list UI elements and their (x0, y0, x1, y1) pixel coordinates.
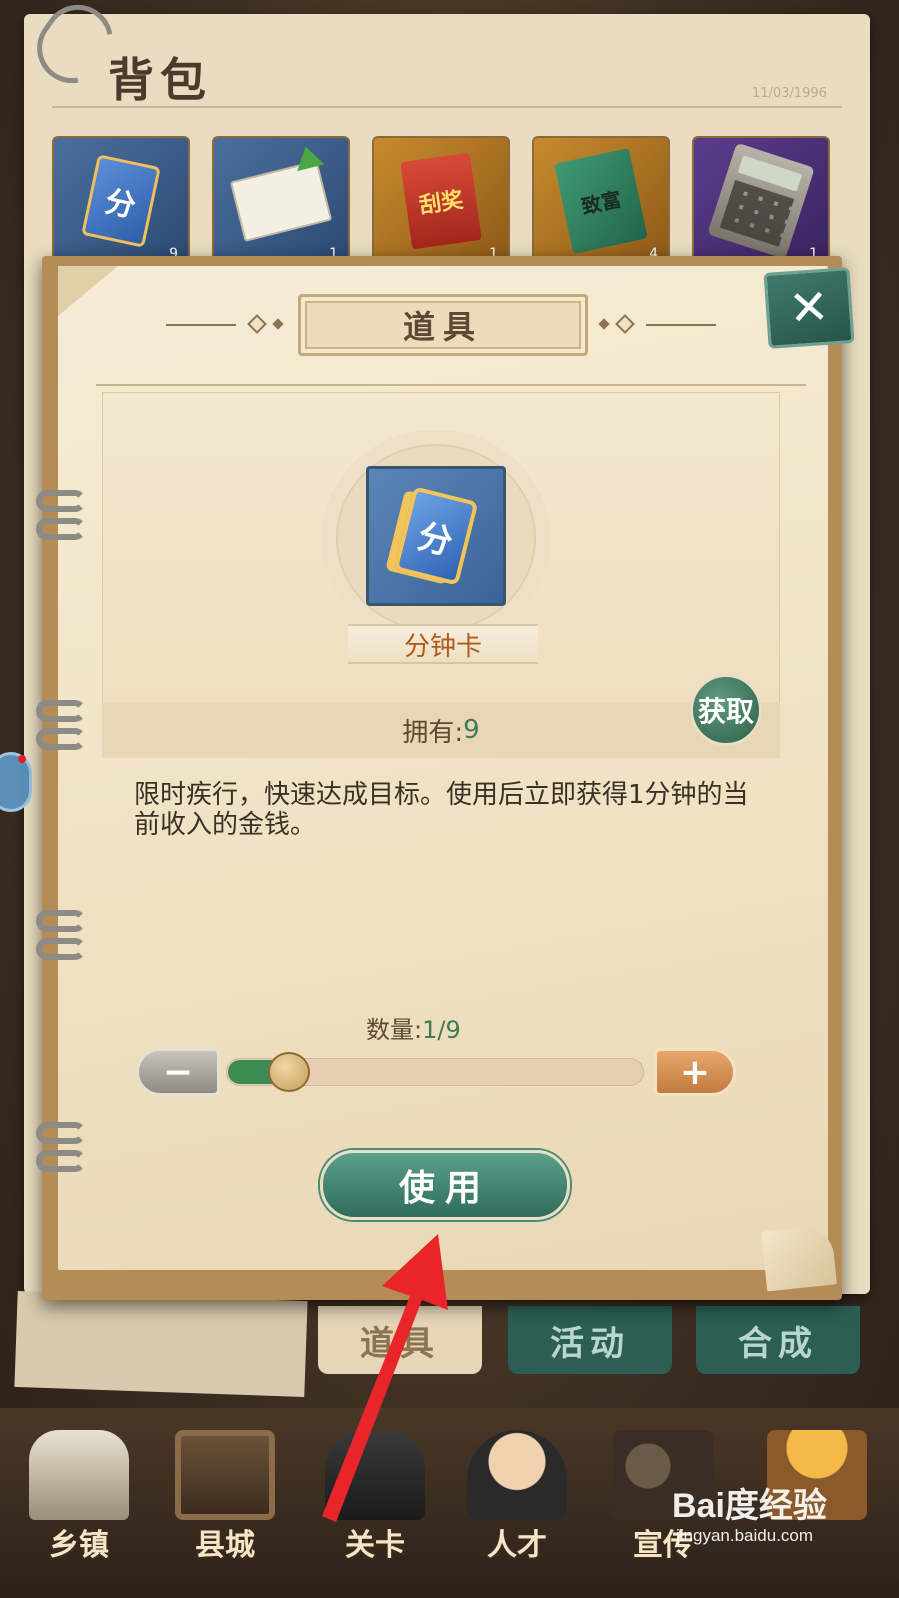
binder-ring-icon (36, 728, 86, 750)
watermark-logo: Bai度经验 (672, 1487, 827, 1525)
item-description: 限时疾行，快速达成目标。使用后立即获得1分钟的当前收入的金钱。 (134, 780, 749, 840)
floating-assistant-icon[interactable] (0, 752, 32, 812)
baidu-watermark: Bai度经验 jingyan.baidu.com (672, 1478, 892, 1558)
inventory-slot-upgrade-ticket[interactable]: 1 (212, 136, 350, 266)
inventory-slot-minute-card[interactable]: 分 9 (52, 136, 190, 266)
house-icon (29, 1430, 129, 1520)
nav-item-talent[interactable]: 人才 (452, 1420, 582, 1570)
owned-count-bar: 拥有: 9 (102, 702, 780, 758)
quantity-slider-handle[interactable] (268, 1052, 310, 1092)
item-name: 分钟卡 (348, 624, 538, 664)
backpack-date: 11/03/1996 (752, 86, 827, 101)
increase-quantity-button[interactable]: + (654, 1048, 736, 1096)
tab-items[interactable]: 道具 (318, 1306, 482, 1374)
upgrade-ticket-icon (229, 160, 333, 242)
binder-ring-icon (36, 910, 86, 932)
owned-value: 9 (463, 715, 480, 745)
divider (96, 384, 806, 386)
notification-dot (18, 755, 26, 763)
nav-label: 县城 (195, 1528, 255, 1563)
scratch-ticket-icon: 刮奖 (400, 152, 482, 250)
wealth-book-icon: 致富 (554, 148, 648, 254)
binder-ring-icon (36, 490, 86, 512)
minute-card-icon: 分 (393, 486, 479, 586)
plus-icon: + (679, 1051, 711, 1093)
dialog-title: 道具 (298, 294, 588, 356)
inventory-grid: 分 9 1 刮奖 1 致富 4 1 (52, 136, 830, 266)
binder-ring-icon (36, 518, 86, 540)
tab-activity[interactable]: 活动 (508, 1306, 672, 1374)
stamp-decoration (14, 1290, 308, 1398)
binder-ring-icon (36, 938, 86, 960)
inventory-slot-scratch-ticket[interactable]: 刮奖 1 (372, 136, 510, 266)
quantity-value: 1/9 (422, 1016, 461, 1044)
item-icon-frame[interactable]: 分 (366, 466, 506, 606)
sewing-machine-icon (325, 1430, 425, 1520)
tv-icon (175, 1430, 275, 1520)
binder-ring-icon (36, 1150, 86, 1172)
minus-icon: − (162, 1051, 194, 1093)
inventory-slot-wealth-book[interactable]: 致富 4 (532, 136, 670, 266)
owned-label: 拥有: (402, 717, 464, 748)
close-button[interactable]: ✕ (763, 267, 855, 349)
title-decoration (166, 324, 236, 326)
person-icon (467, 1430, 567, 1520)
backpack-title: 背包 (108, 53, 212, 107)
decrease-quantity-button[interactable]: − (136, 1048, 220, 1096)
use-button[interactable]: 使用 (320, 1150, 570, 1220)
title-decoration (646, 324, 716, 326)
nav-item-town[interactable]: 乡镇 (14, 1420, 144, 1570)
close-icon: ✕ (786, 278, 832, 338)
get-more-button[interactable]: 获取 (690, 674, 762, 746)
page-fold (58, 266, 118, 316)
tab-craft[interactable]: 合成 (696, 1306, 860, 1374)
nav-label: 人才 (487, 1528, 547, 1563)
quantity-label: 数量:1/9 (366, 1010, 566, 1045)
binder-ring-icon (36, 1122, 86, 1144)
binder-ring-icon (36, 700, 86, 722)
divider (52, 106, 842, 108)
nav-item-county[interactable]: 县城 (160, 1420, 290, 1570)
minute-card-icon: 分 (81, 154, 161, 248)
inventory-slot-calculator[interactable]: 1 (692, 136, 830, 266)
nav-label: 关卡 (345, 1528, 405, 1563)
quantity-label-text: 数量: (366, 1016, 423, 1044)
nav-item-level[interactable]: 关卡 (310, 1420, 440, 1570)
watermark-url: jingyan.baidu.com (676, 1526, 814, 1545)
calculator-icon (707, 142, 815, 260)
nav-label: 乡镇 (49, 1528, 109, 1563)
